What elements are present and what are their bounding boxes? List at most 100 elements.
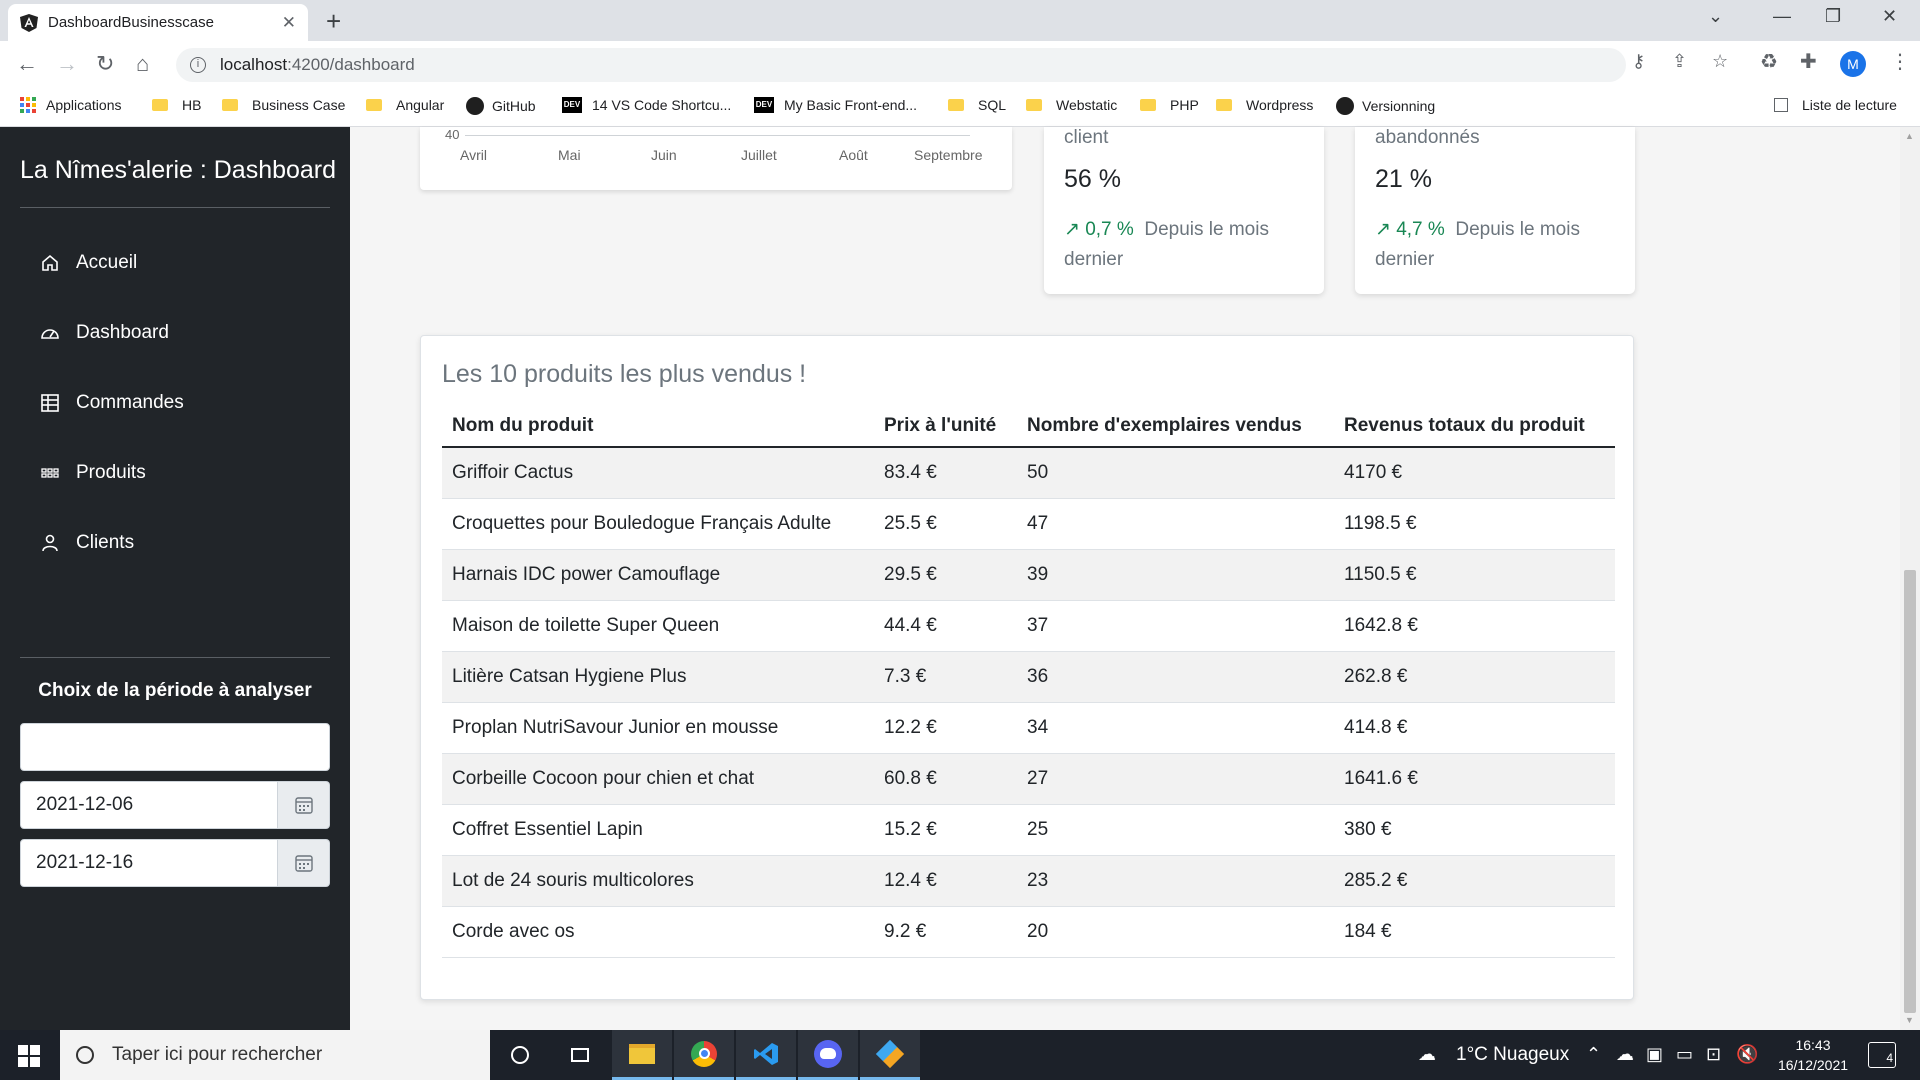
site-info-icon[interactable]: i	[190, 57, 206, 73]
units-sold: 25	[1017, 804, 1334, 856]
profile-avatar[interactable]: M	[1840, 51, 1866, 77]
reading-list[interactable]: Liste de lecture	[1774, 97, 1897, 113]
forward-icon[interactable]: →	[56, 51, 78, 77]
stat-title: client	[1064, 127, 1109, 148]
gitkraken-icon[interactable]	[860, 1030, 920, 1080]
product-name: Croquettes pour Bouledogue Français Adul…	[442, 498, 874, 550]
sidebar-item-produits[interactable]: Produits	[40, 462, 146, 484]
restore-icon[interactable]: ❐	[1825, 6, 1841, 27]
system-clock[interactable]: 16:43 16/12/2021	[1768, 1035, 1858, 1075]
search-icon	[76, 1046, 94, 1064]
bookmark-label: Angular	[396, 97, 445, 113]
bookmark-hb[interactable]: HB	[152, 97, 201, 113]
file-explorer-icon[interactable]	[612, 1030, 672, 1080]
url-path: :4200/dashboard	[287, 55, 415, 74]
sidebar-item-clients[interactable]: Clients	[40, 532, 134, 554]
tab-search-icon[interactable]: ⌄	[1708, 6, 1723, 27]
unit-price: 12.4 €	[874, 855, 1017, 907]
unit-price: 29.5 €	[874, 549, 1017, 601]
x-tick-label: Septembre	[914, 147, 983, 163]
bookmark-wordpress[interactable]: Wordpress	[1216, 97, 1313, 113]
table-row: Proplan NutriSavour Junior en mousse 12.2…	[442, 702, 1615, 754]
start-date-calendar-button[interactable]	[278, 781, 330, 829]
close-tab-icon[interactable]: ✕	[282, 13, 296, 33]
close-window-icon[interactable]: ✕	[1882, 6, 1897, 27]
speedometer-icon	[41, 329, 59, 339]
bookmark-vscode-shortcuts[interactable]: DEV 14 VS Code Shortcu...	[562, 97, 731, 113]
units-sold: 50	[1017, 447, 1334, 499]
bookmark-angular[interactable]: Angular	[366, 97, 444, 113]
start-date-group: 2021-12-06	[20, 781, 330, 829]
bookmark-applications[interactable]: Applications	[20, 97, 122, 113]
bookmark-business-case[interactable]: Business Case	[222, 97, 345, 113]
table-row: Corbeille Cocoon pour chien et chat 60.8 …	[442, 753, 1615, 805]
x-tick-label: Juillet	[741, 147, 777, 163]
star-icon[interactable]: ☆	[1712, 51, 1728, 72]
recycle-extension-icon[interactable]: ♻	[1760, 49, 1778, 74]
clock-time: 16:43	[1795, 1037, 1831, 1053]
end-date-calendar-button[interactable]	[278, 839, 330, 887]
app-brand[interactable]: La Nîmes'alerie : Dashboard	[20, 156, 336, 185]
bookmark-label: My Basic Front-end...	[784, 97, 918, 113]
clock-date: 16/12/2021	[1777, 1057, 1849, 1073]
scroll-up-icon[interactable]: ▲	[1905, 131, 1914, 141]
product-name: Lot de 24 souris multicolores	[442, 855, 874, 907]
bookmark-sql[interactable]: SQL	[948, 97, 1006, 113]
sidebar-item-commandes[interactable]: Commandes	[40, 392, 184, 414]
extensions-puzzle-icon[interactable]: ✚	[1800, 49, 1817, 74]
bookmark-webstatic[interactable]: Webstatic	[1026, 97, 1117, 113]
key-icon[interactable]: ⚷	[1632, 51, 1645, 72]
discord-icon[interactable]	[798, 1030, 858, 1080]
weather-cloud-icon[interactable]: ☁	[1418, 1044, 1436, 1065]
sales-chart-card: 40 Avril Mai Juin Juillet Août Septembre	[420, 127, 1012, 190]
windows-start-icon[interactable]	[18, 1045, 40, 1067]
bookmark-php[interactable]: PHP	[1140, 97, 1199, 113]
stat-title: abandonnés	[1375, 127, 1480, 148]
back-icon[interactable]: ←	[16, 51, 38, 77]
tray-chevron-icon[interactable]: ⌃	[1586, 1044, 1601, 1065]
bookmark-versionning[interactable]: Versionning	[1336, 97, 1435, 115]
menu-dots-icon[interactable]: ⋮	[1890, 49, 1910, 74]
total-revenue: 285.2 €	[1334, 855, 1615, 907]
task-view-icon[interactable]	[550, 1030, 610, 1080]
table-row: Harnais IDC power Camouflage 29.5 €39 1150…	[442, 549, 1615, 601]
vscode-icon[interactable]	[736, 1030, 796, 1080]
stat-value: 21 %	[1375, 165, 1432, 193]
scrollbar-thumb[interactable]	[1904, 570, 1916, 1013]
bookmark-front-end[interactable]: DEV My Basic Front-end...	[754, 97, 917, 113]
unit-price: 25.5 €	[874, 498, 1017, 550]
sidebar-item-dashboard[interactable]: Dashboard	[40, 322, 169, 344]
home-icon[interactable]: ⌂	[136, 51, 149, 77]
bookmark-label: Wordpress	[1246, 97, 1314, 113]
browser-tab[interactable]: DashboardBusinesscase ✕	[8, 4, 308, 41]
period-select[interactable]	[20, 723, 330, 771]
minimize-icon[interactable]: —	[1773, 6, 1791, 27]
new-tab-icon[interactable]: +	[326, 6, 341, 37]
reload-icon[interactable]: ↻	[96, 51, 114, 77]
sidebar-item-accueil[interactable]: Accueil	[40, 252, 137, 274]
weather-text[interactable]: 1°C Nuageux	[1456, 1044, 1569, 1066]
share-icon[interactable]: ⇪	[1672, 51, 1687, 72]
start-date-input[interactable]: 2021-12-06	[20, 781, 278, 829]
chrome-icon[interactable]	[674, 1030, 734, 1080]
page-scrollbar[interactable]: ▲ ▼	[1900, 127, 1920, 1030]
taskbar-search[interactable]: Taper ici pour rechercher	[60, 1030, 490, 1080]
unit-price: 15.2 €	[874, 804, 1017, 856]
scroll-down-icon[interactable]: ▼	[1905, 1015, 1914, 1025]
notifications-icon[interactable]: 4	[1868, 1042, 1896, 1068]
cortana-icon[interactable]	[490, 1030, 550, 1080]
folder-icon	[1026, 99, 1042, 111]
onedrive-icon[interactable]: ☁	[1616, 1044, 1634, 1065]
volume-muted-icon[interactable]: 🔇	[1736, 1044, 1758, 1065]
tray-app-icon[interactable]: ▣	[1646, 1044, 1663, 1065]
address-bar[interactable]: i localhost:4200/dashboard	[176, 48, 1626, 82]
network-icon[interactable]: ⊡	[1706, 1044, 1721, 1065]
top-products-title: Les 10 produits les plus vendus !	[442, 360, 807, 388]
bookmark-github[interactable]: GitHub	[466, 97, 536, 115]
x-tick-label: Juin	[651, 147, 677, 163]
search-placeholder: Taper ici pour rechercher	[112, 1044, 323, 1065]
end-date-input[interactable]: 2021-12-16	[20, 839, 278, 887]
battery-icon[interactable]: ▭	[1676, 1044, 1693, 1065]
column-header: Nombre d'exemplaires vendus	[1017, 406, 1334, 448]
sidebar-item-label: Produits	[76, 462, 146, 483]
